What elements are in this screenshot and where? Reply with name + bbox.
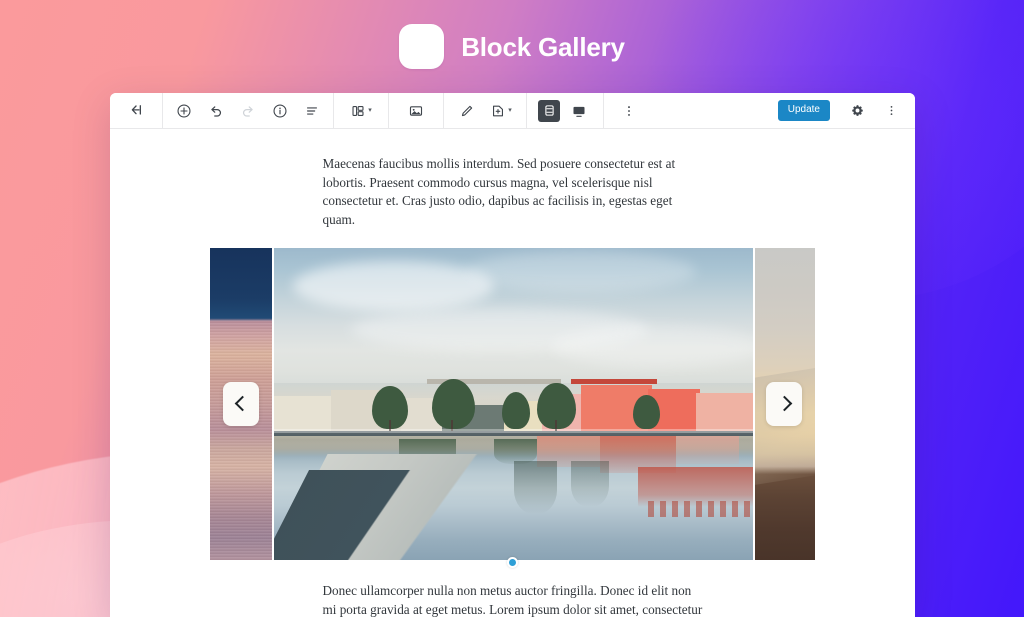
toolbar-group-back <box>110 93 163 128</box>
palm-tree <box>633 395 660 430</box>
redo-arrow-icon <box>232 93 264 129</box>
carousel-pagination <box>210 557 815 569</box>
toolbar-group-block-nav: ▾ <box>334 93 389 128</box>
gear-icon[interactable] <box>841 93 873 129</box>
brand-header: Block Gallery <box>0 24 1024 69</box>
cloud <box>293 260 495 311</box>
toolbar-group-more <box>604 93 654 128</box>
vertical-dots-icon[interactable] <box>613 93 645 129</box>
page-background: Block Gallery ▾ ▾ Update Maecenas faucib… <box>0 0 1024 617</box>
cloud <box>551 326 753 367</box>
chevron-down-icon: ▾ <box>508 107 512 114</box>
update-button[interactable]: Update <box>777 100 830 121</box>
info-circle-icon[interactable] <box>264 93 296 129</box>
toolbar-group-media <box>389 93 444 128</box>
block-navigation-icon[interactable]: ▾ <box>343 93 379 129</box>
image-photo-icon <box>399 24 445 69</box>
editor-window: ▾ ▾ Update Maecenas faucibus mollis inte… <box>110 93 915 617</box>
image-frame-icon[interactable] <box>400 93 432 129</box>
editor-content: Maecenas faucibus mollis interdum. Sed p… <box>110 129 915 617</box>
tablet-view-icon[interactable] <box>538 99 560 122</box>
brand-title: Block Gallery <box>461 31 625 62</box>
undo-arrow-icon[interactable] <box>200 93 232 129</box>
paragraph-block-bottom[interactable]: Donec ullamcorper nulla non metus auctor… <box>323 560 703 617</box>
arrow-left-exit-icon[interactable] <box>118 93 154 129</box>
desktop-view-icon[interactable] <box>563 93 595 129</box>
gallery-carousel <box>210 248 815 569</box>
carousel-slide-active[interactable] <box>274 248 753 561</box>
paragraph-block-top[interactable]: Maecenas faucibus mollis interdum. Sed p… <box>323 129 703 229</box>
carousel-dot-active[interactable] <box>507 557 518 569</box>
toolbar-group-edit <box>163 93 334 128</box>
editor-toolbar: ▾ ▾ Update <box>110 93 915 129</box>
toolbar-right-actions: Update <box>777 93 915 129</box>
plus-circle-icon[interactable] <box>168 93 200 129</box>
add-media-icon[interactable]: ▾ <box>483 93 519 129</box>
palm-tree <box>501 391 531 430</box>
list-outline-icon[interactable] <box>296 93 328 129</box>
toolbar-group-tools: ▾ <box>444 93 527 128</box>
chevron-down-icon: ▾ <box>368 107 372 114</box>
pencil-icon[interactable] <box>451 93 483 129</box>
chevron-right-icon <box>779 395 790 414</box>
carousel-next-button[interactable] <box>766 382 802 427</box>
chevron-left-icon <box>236 395 247 414</box>
palm-tree <box>432 379 476 430</box>
toolbar-group-device <box>527 93 604 128</box>
nice-plaza-reflecting-pool-image <box>274 248 753 561</box>
cloud <box>465 251 696 293</box>
carousel-prev-button[interactable] <box>223 382 259 427</box>
vertical-dots-icon[interactable] <box>875 93 907 129</box>
